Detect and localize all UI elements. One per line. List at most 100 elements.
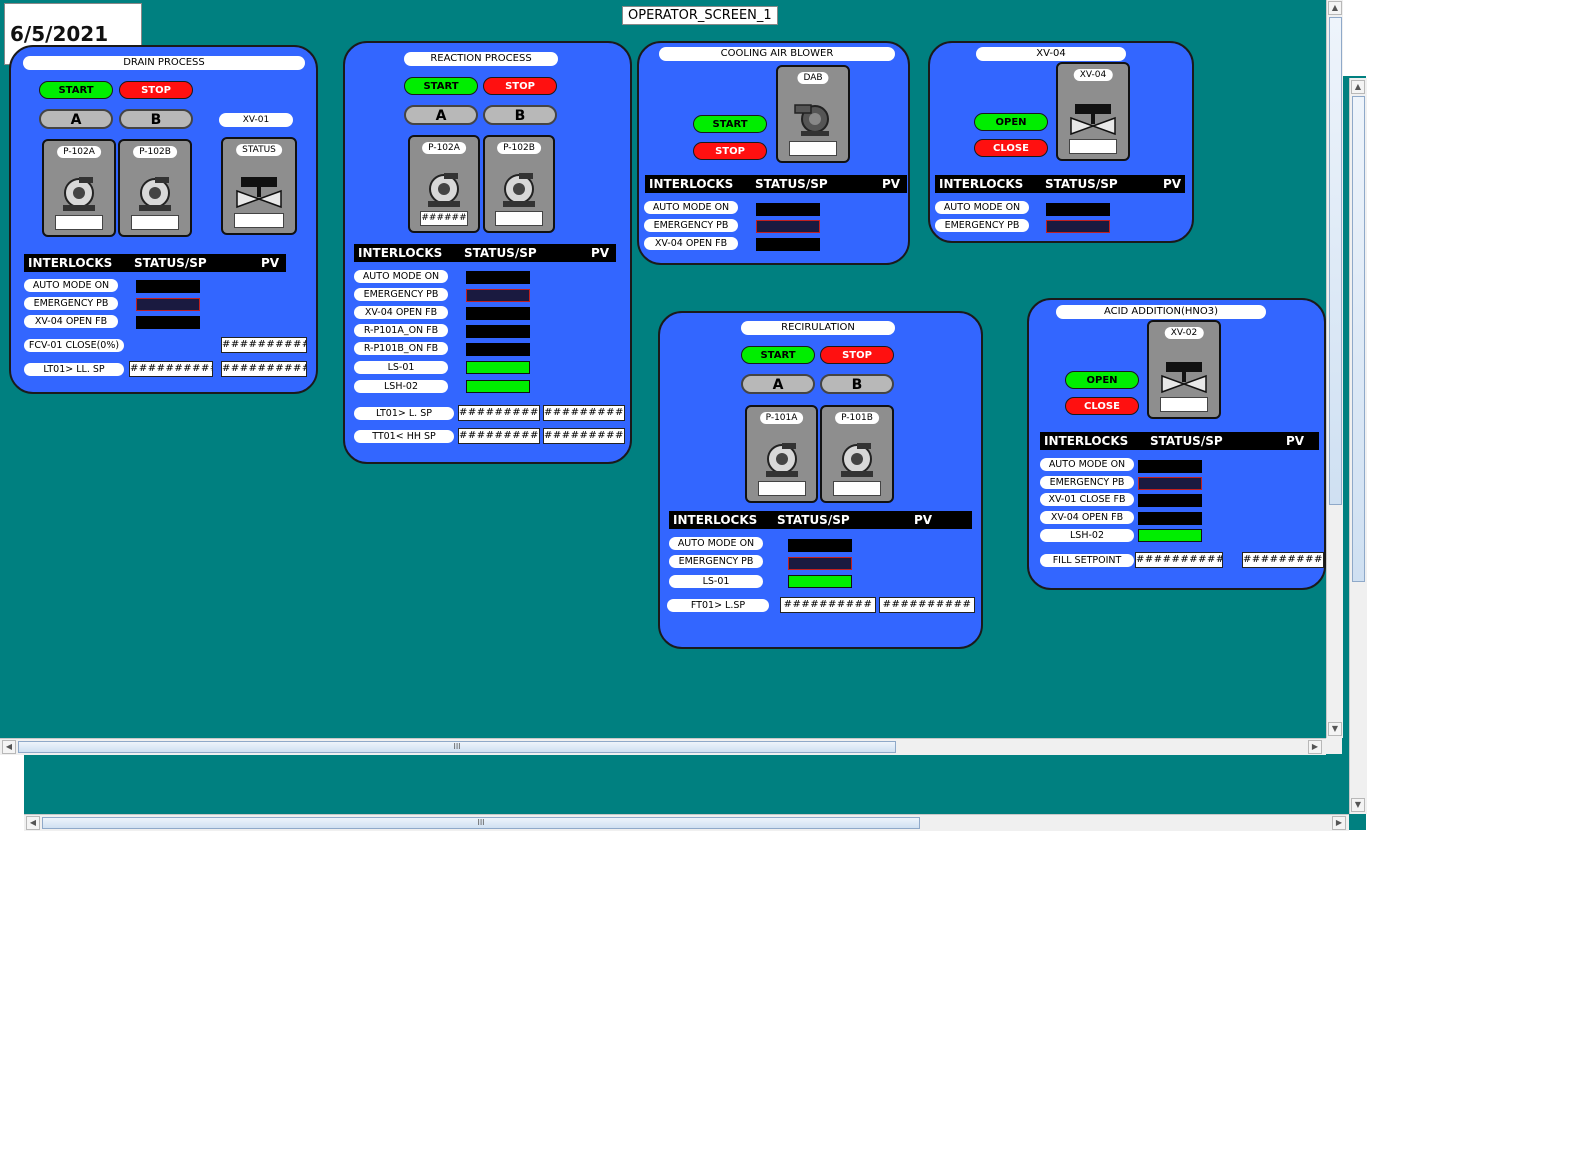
horizontal-scrollbar[interactable]: ◀ III ▶ (0, 738, 1326, 755)
valve-xv02[interactable]: XV-02 (1147, 320, 1221, 419)
tt-setpoint[interactable]: ########## (458, 428, 540, 444)
pv-heading: PV (882, 177, 901, 191)
equipment-tag: DAB (797, 72, 829, 84)
scroll-down-icon[interactable]: ▼ (1328, 722, 1342, 736)
fcv-label: FCV-01 CLOSE(0%) (24, 339, 124, 352)
interlock-status-indicator (1046, 220, 1110, 233)
lt-setpoint[interactable]: ########## (129, 361, 213, 377)
scroll-thumb[interactable]: III (18, 741, 896, 753)
valve-xv04[interactable]: XV-04 (1056, 62, 1130, 161)
pump-p102b[interactable]: P-102B (118, 139, 192, 237)
recirculation-panel: RECIRULATION START STOP A B P-101A P-101… (658, 311, 983, 649)
reaction-select-b-button[interactable]: B (483, 105, 557, 125)
panel-title: XV-04 (976, 47, 1126, 61)
scroll-right-icon[interactable]: ▶ (1332, 816, 1346, 830)
interlocks-header: INTERLOCKS STATUS/SP PV (669, 511, 972, 529)
equipment-tag: XV-04 (1073, 69, 1113, 81)
reaction-select-a-button[interactable]: A (404, 105, 478, 125)
acid-close-button[interactable]: CLOSE (1065, 397, 1139, 415)
valve-tag-label: XV-01 (219, 113, 293, 127)
fill-pv: ########## (1242, 552, 1324, 568)
status-sp-heading: STATUS/SP (464, 246, 537, 260)
interlock-label: LS-01 (669, 575, 763, 588)
acid-open-button[interactable]: OPEN (1065, 371, 1139, 389)
cooling-start-button[interactable]: START (693, 115, 767, 133)
drain-stop-button[interactable]: STOP (119, 81, 193, 99)
pump-value-box (495, 211, 543, 226)
cooling-stop-button[interactable]: STOP (693, 142, 767, 160)
lt-label: LT01> LL. SP (24, 363, 124, 376)
interlock-label: AUTO MODE ON (24, 279, 118, 292)
valve-xv01[interactable]: STATUS (221, 137, 297, 235)
panel-title: ACID ADDITION(HNO3) (1056, 305, 1266, 319)
interlock-status-indicator (466, 289, 530, 302)
scroll-left-icon[interactable]: ◀ (2, 740, 16, 754)
interlock-label: XV-04 OPEN FB (354, 306, 448, 319)
pump-icon (428, 173, 460, 207)
ft-label: FT01> L.SP (667, 599, 769, 612)
interlock-status-indicator (136, 280, 200, 293)
background-horizontal-scrollbar[interactable]: ◀ III ▶ (24, 814, 1349, 831)
drain-select-a-button[interactable]: A (39, 109, 113, 129)
fcv-value[interactable]: ########## (221, 337, 307, 353)
status-sp-heading: STATUS/SP (777, 513, 850, 527)
reaction-stop-button[interactable]: STOP (483, 77, 557, 95)
pv-heading: PV (1286, 434, 1305, 448)
interlock-label: AUTO MODE ON (669, 537, 763, 550)
scroll-thumb[interactable] (1329, 17, 1342, 505)
interlock-label: AUTO MODE ON (1040, 458, 1134, 471)
scroll-right-icon[interactable]: ▶ (1308, 740, 1322, 754)
reaction-start-button[interactable]: START (404, 77, 478, 95)
recirculation-stop-button[interactable]: STOP (820, 346, 894, 364)
background-vertical-scrollbar[interactable]: ▲ ▼ (1349, 78, 1367, 814)
fill-setpoint-value[interactable]: ########## (1135, 552, 1223, 568)
equipment-tag: P-101B (835, 412, 879, 424)
interlock-label: LS-01 (354, 361, 448, 374)
interlock-status-indicator (136, 316, 200, 329)
xv04-close-button[interactable]: CLOSE (974, 139, 1048, 157)
interlocks-heading: INTERLOCKS (28, 256, 113, 270)
ft-setpoint[interactable]: ########## (780, 597, 876, 613)
interlock-status-indicator (756, 238, 820, 251)
scroll-up-icon[interactable]: ▲ (1328, 1, 1342, 15)
pump-p102a[interactable]: P-102A (42, 139, 116, 237)
scroll-down-icon[interactable]: ▼ (1351, 798, 1365, 812)
interlocks-header: INTERLOCKS STATUS/SP PV (645, 175, 907, 193)
pump-p101b[interactable]: P-101B (820, 405, 894, 503)
equipment-tag: P-101A (759, 412, 804, 424)
interlock-status-indicator (1138, 477, 1202, 490)
recirculation-start-button[interactable]: START (741, 346, 815, 364)
pump-icon (139, 177, 171, 211)
scroll-thumb[interactable]: III (42, 817, 920, 829)
xv04-panel: XV-04 OPEN CLOSE XV-04 INTERLOCKS STATUS… (928, 41, 1194, 243)
vertical-scrollbar[interactable]: ▲ ▼ (1326, 0, 1343, 738)
scroll-thumb[interactable] (1352, 96, 1365, 582)
interlock-status-indicator (466, 307, 530, 320)
pv-heading: PV (591, 246, 610, 260)
equipment-tag: P-102A (57, 146, 101, 158)
scroll-left-icon[interactable]: ◀ (26, 816, 40, 830)
pump-icon (765, 443, 798, 477)
pump-p101a[interactable]: P-101A (745, 405, 818, 503)
interlock-status-indicator (1138, 529, 1202, 542)
screen-title: OPERATOR_SCREEN_1 (622, 6, 778, 25)
recirculation-select-b-button[interactable]: B (820, 374, 894, 394)
pump-p102a[interactable]: P-102A ###### (408, 135, 480, 233)
drain-start-button[interactable]: START (39, 81, 113, 99)
blower-dab[interactable]: DAB (776, 65, 850, 163)
equipment-tag: XV-02 (1164, 327, 1204, 339)
recirculation-select-a-button[interactable]: A (741, 374, 815, 394)
lt-label: LT01> L. SP (354, 407, 454, 420)
drain-select-b-button[interactable]: B (119, 109, 193, 129)
interlock-label: XV-04 OPEN FB (644, 237, 738, 250)
pump-value-box (833, 481, 881, 496)
interlock-status-indicator (466, 271, 530, 284)
valve-status-box (1160, 397, 1208, 412)
pv-heading: PV (914, 513, 933, 527)
pump-p102b[interactable]: P-102B (483, 135, 555, 233)
lt-setpoint[interactable]: ########## (458, 405, 540, 421)
valve-icon (1161, 362, 1207, 394)
scroll-up-icon[interactable]: ▲ (1351, 80, 1365, 94)
xv04-open-button[interactable]: OPEN (974, 113, 1048, 131)
drain-process-panel: DRAIN PROCESS START STOP A B XV-01 P-102… (9, 45, 318, 394)
